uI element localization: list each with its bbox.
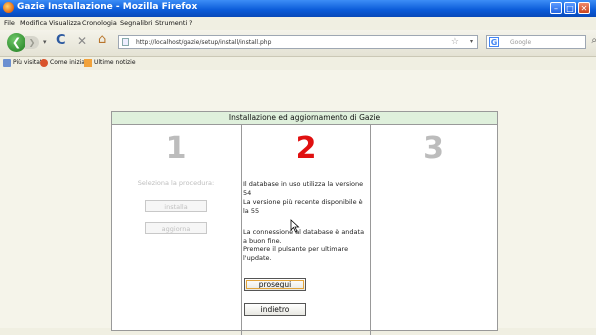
navigation-toolbar: ❮ ❯ ▾ C ✕ ⌂ http://localhost/gazie/setup…: [0, 30, 596, 57]
search-box[interactable]: G Google ⌕: [486, 35, 596, 49]
forward-button[interactable]: ❯: [25, 36, 39, 49]
mouse-cursor-icon: [290, 219, 300, 233]
window-titlebar: Gazie Installazione - Mozilla Firefox – …: [0, 0, 596, 17]
history-dropdown-icon[interactable]: ▾: [43, 35, 47, 49]
minimize-button[interactable]: –: [550, 2, 562, 14]
stop-button[interactable]: ✕: [77, 34, 87, 48]
url-bar[interactable]: http://localhost/gazie/setup/install/ins…: [118, 35, 478, 49]
firefox-icon: [3, 2, 14, 13]
most-visited-icon: [3, 59, 11, 67]
select-procedure-label: Seleziona la procedura:: [137, 179, 215, 187]
update-button[interactable]: aggiorna: [145, 222, 207, 234]
install-button[interactable]: installa: [145, 200, 207, 212]
menu-segnalibri[interactable]: Segnalibri: [120, 19, 153, 27]
continue-button[interactable]: prosegui: [244, 278, 306, 291]
step-number-2: 2: [295, 131, 317, 166]
rss-icon: [84, 59, 92, 67]
url-text[interactable]: http://localhost/gazie/setup/install/ins…: [136, 39, 271, 46]
latest-version-message: La versione più recente disponibile è la…: [243, 198, 363, 215]
menu-modifica[interactable]: Modifica: [20, 19, 47, 27]
google-icon[interactable]: G: [489, 37, 499, 47]
back-button[interactable]: ❮: [7, 33, 26, 52]
menu-help[interactable]: ?: [189, 19, 192, 27]
menu-file[interactable]: File: [4, 19, 15, 27]
search-placeholder: Google: [510, 39, 532, 46]
maximize-button[interactable]: □: [564, 2, 576, 14]
install-panel: Installazione ed aggiornamento di Gazie …: [111, 111, 498, 335]
back-page-button[interactable]: indietro: [244, 303, 306, 316]
bookmark-latest-news[interactable]: Ultime notizie: [94, 59, 136, 66]
step-number-3: 3: [423, 131, 444, 166]
url-dropdown-icon[interactable]: ▾: [470, 38, 473, 45]
menu-bar: File Modifica Visualizza Cronologia Segn…: [0, 17, 596, 30]
bookmark-star-icon[interactable]: ☆: [451, 37, 459, 47]
menu-visualizza[interactable]: Visualizza: [49, 19, 81, 27]
step-column-2: 2 Il database in uso utilizza la version…: [241, 125, 371, 335]
window-title: Gazie Installazione - Mozilla Firefox: [17, 2, 198, 12]
reload-button[interactable]: C: [56, 34, 66, 48]
instruction-message: Premere il pulsante per ultimare l'updat…: [243, 245, 349, 262]
page-icon: [122, 38, 129, 46]
panel-header: Installazione ed aggiornamento di Gazie: [112, 112, 497, 125]
bookmarks-bar: Più visitati Come iniziare Ultime notizi…: [0, 57, 596, 69]
version-message: Il database in uso utilizza la versione …: [243, 180, 364, 197]
close-window-button[interactable]: ✕: [578, 2, 590, 14]
menu-strumenti[interactable]: Strumenti: [155, 19, 187, 27]
menu-cronologia[interactable]: Cronologia: [82, 19, 117, 27]
firefox-bookmark-icon: [40, 59, 48, 67]
step-column-1: 1 Seleziona la procedura: installa aggio…: [112, 125, 240, 335]
step-number-1: 1: [165, 131, 187, 166]
home-button[interactable]: ⌂: [98, 33, 106, 47]
step-column-3: 3: [370, 125, 497, 335]
search-icon[interactable]: ⌕: [591, 35, 596, 46]
page-content: Installazione ed aggiornamento di Gazie …: [0, 70, 596, 335]
connection-message: La connessione al database è andata a bu…: [243, 228, 365, 245]
